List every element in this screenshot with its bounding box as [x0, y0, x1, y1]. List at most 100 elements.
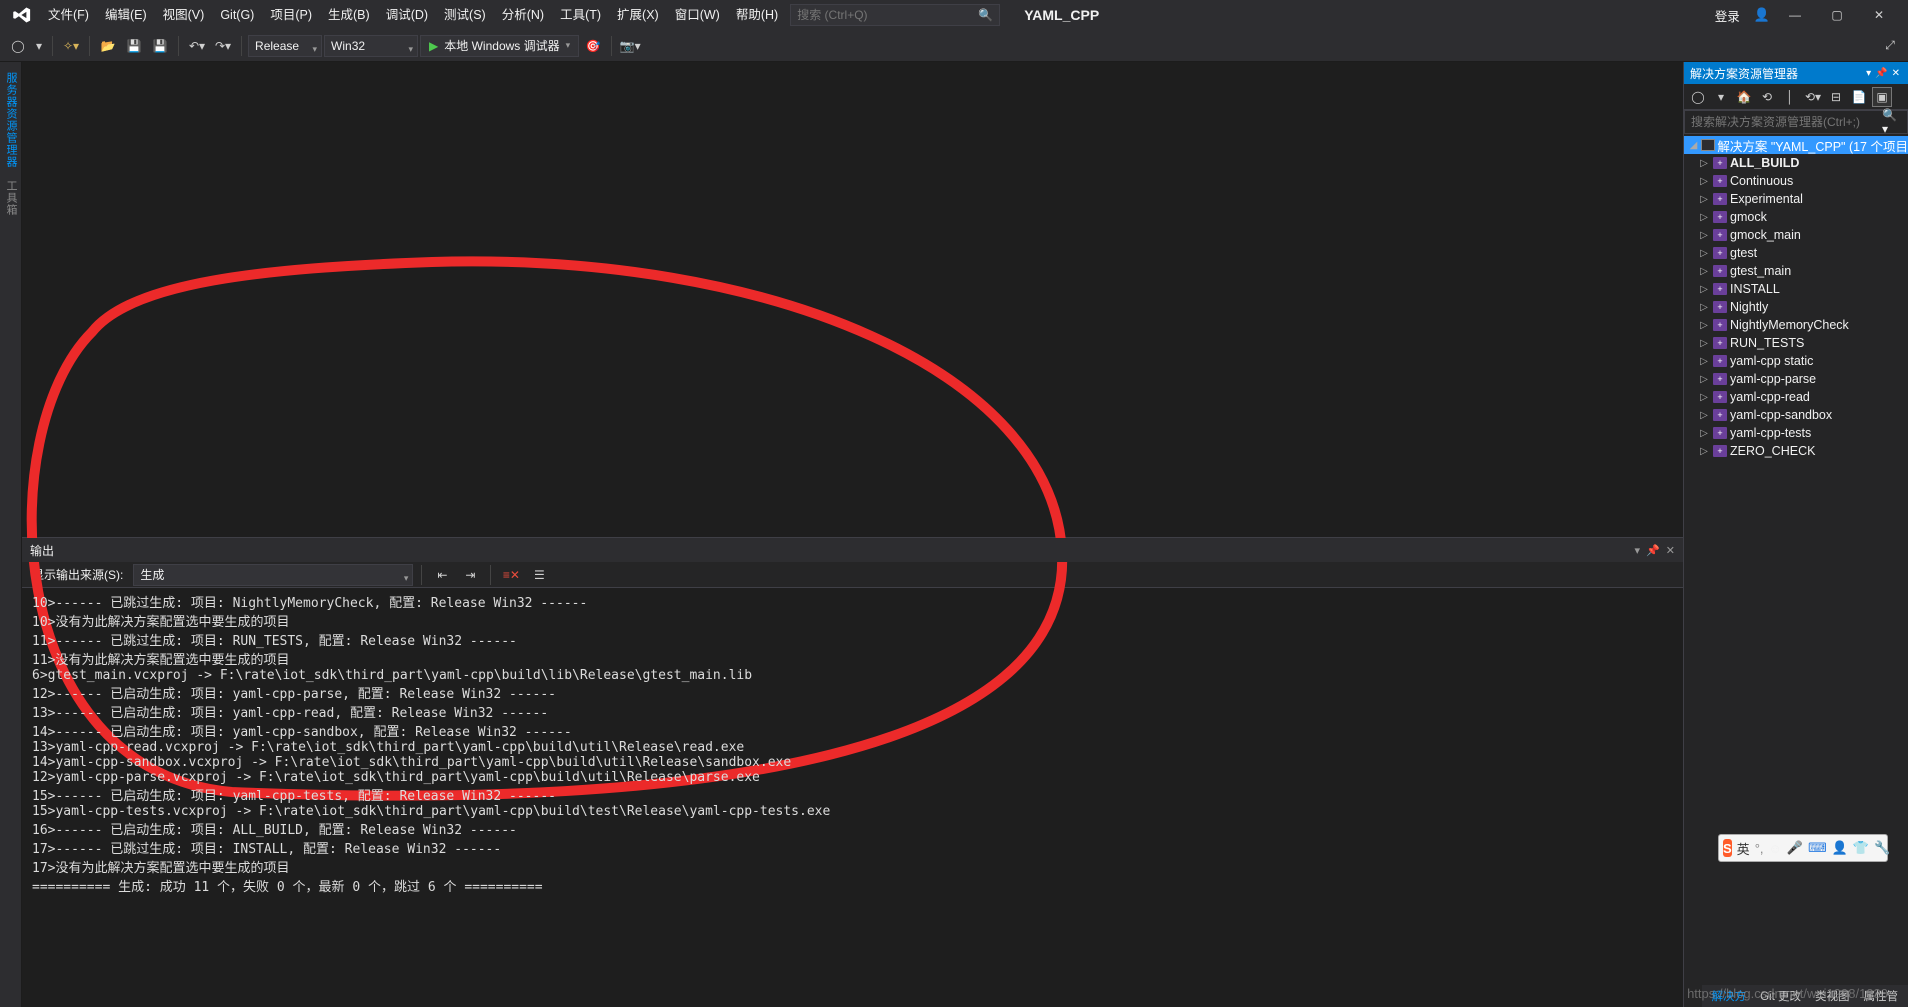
search-icon: 🔍▾ — [1882, 108, 1901, 136]
tree-project-12[interactable]: ▷+yaml-cpp-parse — [1684, 370, 1908, 388]
menu-project[interactable]: 项目(P) — [262, 1, 320, 29]
back-icon[interactable]: ◯ — [1688, 87, 1708, 107]
minimize-icon[interactable]: — — [1778, 3, 1812, 27]
login-link[interactable]: 登录 — [1709, 6, 1746, 25]
pin-icon[interactable]: 📌 — [1646, 544, 1660, 557]
menu-window[interactable]: 窗口(W) — [667, 1, 728, 29]
ime-tool-icon[interactable]: 🔧 — [1874, 840, 1890, 856]
tree-project-5[interactable]: ▷+gtest — [1684, 244, 1908, 262]
panel-close-icon[interactable]: ✕ — [1890, 68, 1902, 79]
tree-project-2[interactable]: ▷+Experimental — [1684, 190, 1908, 208]
ime-lang[interactable]: 英 — [1737, 839, 1750, 858]
dropdown-icon[interactable]: ▾ — [1635, 544, 1641, 557]
clear-icon[interactable]: ☰ — [527, 563, 551, 587]
solution-title: YAML_CPP — [1024, 7, 1099, 23]
main-toolbar: ◯ ▾ ✧▾ 📂 💾 💾 ↶▾ ↷▾ Release▾ Win32▾ ▶本地 W… — [0, 30, 1908, 62]
ime-emoji-icon[interactable]: ☺ — [1769, 841, 1782, 856]
ime-logo-icon: S — [1723, 839, 1732, 857]
search-icon: 🔍 — [978, 8, 993, 22]
start-debug-button[interactable]: ▶本地 Windows 调试器▾ — [420, 35, 579, 57]
tree-project-9[interactable]: ▷+NightlyMemoryCheck — [1684, 316, 1908, 334]
wrap-icon[interactable]: ≡✕ — [499, 563, 523, 587]
menu-view[interactable]: 视图(V) — [155, 1, 213, 29]
save-icon[interactable]: 💾 — [122, 34, 146, 58]
undo-icon[interactable]: ↶▾ — [185, 34, 209, 58]
solution-tree[interactable]: ◢解决方案 "YAML_CPP" (17 个项目▷+ALL_BUILD▷+Con… — [1684, 134, 1908, 1007]
new-item-icon[interactable]: ✧▾ — [59, 34, 83, 58]
tree-root[interactable]: ◢解决方案 "YAML_CPP" (17 个项目 — [1684, 136, 1908, 154]
editor-area — [22, 62, 1683, 537]
nav-fwd-icon[interactable]: ▾ — [32, 34, 46, 58]
close-icon[interactable]: ✕ — [1862, 3, 1896, 27]
output-title: 输出 — [30, 542, 1629, 559]
menu-help[interactable]: 帮助(H) — [728, 1, 786, 29]
tree-project-7[interactable]: ▷+INSTALL — [1684, 280, 1908, 298]
home-icon[interactable]: 🏠 — [1734, 87, 1754, 107]
menu-extensions[interactable]: 扩展(X) — [609, 1, 667, 29]
ime-user-icon[interactable]: 👤 — [1832, 840, 1848, 856]
tree-project-0[interactable]: ▷+ALL_BUILD — [1684, 154, 1908, 172]
save-all-icon[interactable]: 💾 — [148, 34, 172, 58]
solution-search-input[interactable] — [1691, 115, 1882, 129]
solution-explorer-title: 解决方案资源管理器 — [1690, 65, 1864, 82]
output-panel: 输出 ▾ 📌 ✕ 显示输出来源(S): 生成▾ ⇤ ⇥ ≡✕ ☰ 10>----… — [22, 537, 1683, 1007]
sync-icon[interactable]: ⟲ — [1757, 87, 1777, 107]
fwd-icon[interactable]: ▾ — [1711, 87, 1731, 107]
server-explorer-tab[interactable]: 服务器资源管理器 — [0, 66, 22, 174]
tree-project-1[interactable]: ▷+Continuous — [1684, 172, 1908, 190]
indent-left-icon[interactable]: ⇤ — [430, 563, 454, 587]
collapse-icon[interactable]: ⊟ — [1826, 87, 1846, 107]
config-combo[interactable]: Release▾ — [248, 35, 322, 57]
tree-project-6[interactable]: ▷+gtest_main — [1684, 262, 1908, 280]
output-source-combo[interactable]: 生成▾ — [133, 564, 413, 586]
live-share-icon[interactable]: ⤢ — [1878, 34, 1902, 58]
output-source-label: 显示输出来源(S): — [32, 566, 123, 583]
solution-search[interactable]: 🔍▾ — [1684, 110, 1908, 134]
menu-build[interactable]: 生成(B) — [320, 1, 378, 29]
tree-project-4[interactable]: ▷+gmock_main — [1684, 226, 1908, 244]
panel-pin-icon[interactable]: 📌 — [1873, 68, 1889, 79]
play-icon: ▶ — [429, 39, 438, 53]
tree-project-11[interactable]: ▷+yaml-cpp static — [1684, 352, 1908, 370]
tree-project-3[interactable]: ▷+gmock — [1684, 208, 1908, 226]
solution-explorer: 解决方案资源管理器 ▾ 📌 ✕ ◯ ▾ 🏠 ⟲ │ ⟲▾ ⊟ 📄 ▣ 🔍▾ ◢解… — [1683, 62, 1908, 1007]
tree-project-16[interactable]: ▷+ZERO_CHECK — [1684, 442, 1908, 460]
output-text[interactable]: 10>------ 已跳过生成: 项目: NightlyMemoryCheck,… — [22, 588, 1683, 1007]
menu-edit[interactable]: 编辑(E) — [97, 1, 155, 29]
indent-right-icon[interactable]: ⇥ — [458, 563, 482, 587]
debug-props-icon[interactable]: 📷▾ — [618, 34, 642, 58]
ime-kb-icon[interactable]: ⌨ — [1808, 840, 1827, 856]
menu-file[interactable]: 文件(F) — [40, 1, 97, 29]
redo-icon[interactable]: ↷▾ — [211, 34, 235, 58]
tree-project-8[interactable]: ▷+Nightly — [1684, 298, 1908, 316]
maximize-icon[interactable]: ▢ — [1820, 3, 1854, 27]
ime-skin-icon[interactable]: 👕 — [1853, 840, 1869, 856]
tree-project-14[interactable]: ▷+yaml-cpp-sandbox — [1684, 406, 1908, 424]
toolbox-tab[interactable]: 工具箱 — [0, 174, 22, 222]
menu-debug[interactable]: 调试(D) — [378, 1, 436, 29]
menu-git[interactable]: Git(G) — [212, 1, 262, 29]
show-all-icon[interactable]: 📄 — [1849, 87, 1869, 107]
properties-icon[interactable]: ▣ — [1872, 87, 1892, 107]
refresh-icon[interactable]: ⟲▾ — [1803, 87, 1823, 107]
close-panel-icon[interactable]: ✕ — [1666, 544, 1675, 557]
tree-project-13[interactable]: ▷+yaml-cpp-read — [1684, 388, 1908, 406]
platform-combo[interactable]: Win32▾ — [324, 35, 418, 57]
nav-back-icon[interactable]: ◯ — [6, 34, 30, 58]
panel-menu-icon[interactable]: ▾ — [1864, 68, 1873, 79]
quick-search-input[interactable] — [797, 8, 993, 22]
menu-tools[interactable]: 工具(T) — [552, 1, 609, 29]
menu-test[interactable]: 测试(S) — [436, 1, 494, 29]
tree-project-10[interactable]: ▷+RUN_TESTS — [1684, 334, 1908, 352]
ime-bar[interactable]: S 英 °, ☺ 🎤 ⌨ 👤 👕 🔧 — [1718, 834, 1888, 862]
quick-search[interactable]: 🔍 — [790, 4, 1000, 26]
open-icon[interactable]: 📂 — [96, 34, 120, 58]
debug-target-icon[interactable]: 🎯 — [581, 34, 605, 58]
user-icon[interactable]: 👤 — [1754, 7, 1770, 23]
titlebar: 文件(F) 编辑(E) 视图(V) Git(G) 项目(P) 生成(B) 调试(… — [0, 0, 1908, 30]
menu-analyze[interactable]: 分析(N) — [494, 1, 552, 29]
tree-project-15[interactable]: ▷+yaml-cpp-tests — [1684, 424, 1908, 442]
main-menu: 文件(F) 编辑(E) 视图(V) Git(G) 项目(P) 生成(B) 调试(… — [40, 0, 786, 30]
vs-logo-icon — [10, 3, 34, 27]
ime-mic-icon[interactable]: 🎤 — [1787, 840, 1803, 856]
